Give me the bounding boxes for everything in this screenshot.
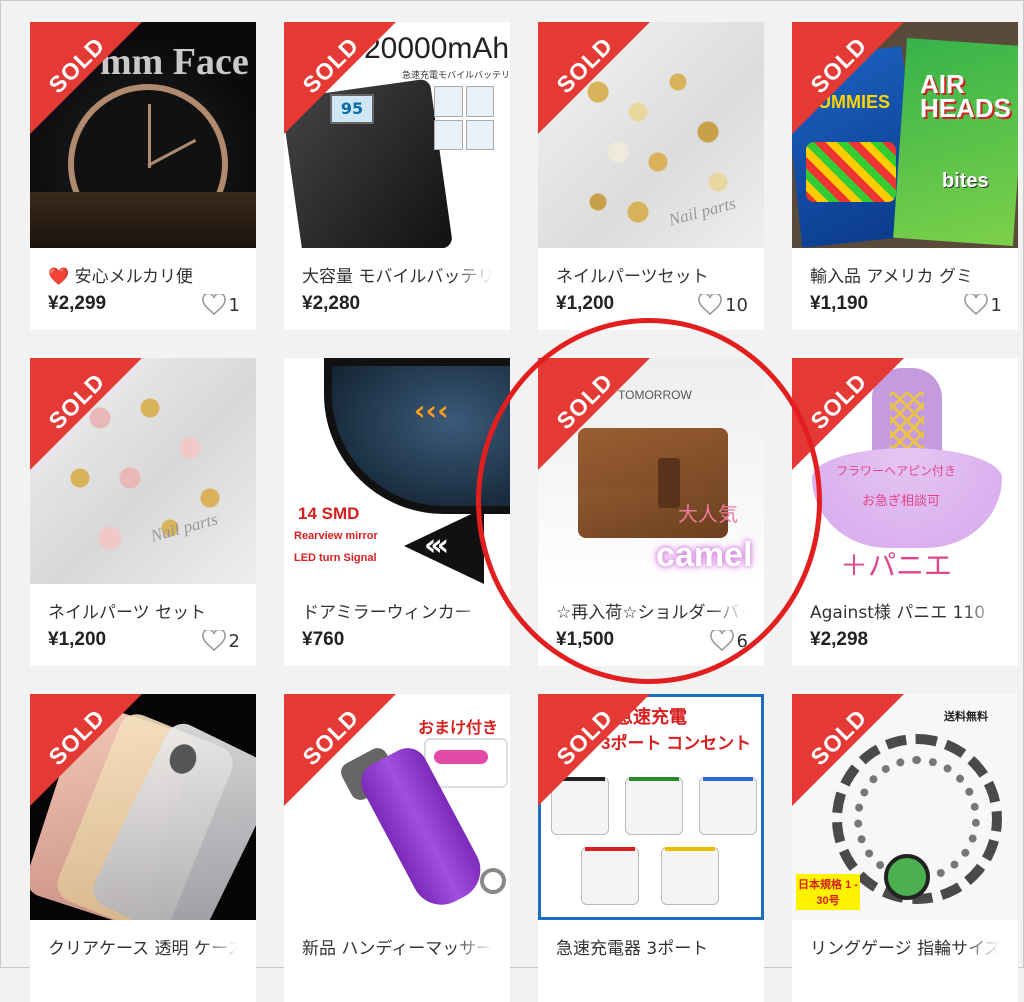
like-count-value: 2 [228, 630, 240, 652]
thumb-text: ＋パニエ [840, 550, 953, 581]
product-title: ドアミラーウィンカー [302, 603, 472, 623]
product-title: 急速充電器 3ポート [556, 939, 709, 959]
like-count-value: 6 [736, 630, 748, 652]
product-title: ネイルパーツセット [556, 267, 709, 287]
thumb-text: 14 SMD [298, 504, 360, 523]
thumb-subtext: 大人気 [678, 504, 738, 526]
product-card[interactable]: 20000mAh 急速充電モバイルバッテリー 95 SOLD 大容量 モバイルバ… [284, 22, 510, 330]
product-card[interactable]: AIR HEADS GUMMIES bites SOLD 輸入品 アメリカ グミ… [792, 22, 1018, 330]
product-price: ¥1,500 [556, 629, 615, 650]
thumb-text: AIR HEADS [920, 69, 1012, 123]
like-count-value: 10 [725, 294, 748, 316]
thumb-subtext: 日本規格 1 - 30号 [796, 874, 860, 910]
heart-icon [201, 630, 226, 652]
like-count[interactable]: 1 [201, 294, 240, 316]
product-price: ¥1,200 [48, 629, 107, 650]
heart-icon [709, 630, 734, 652]
thumb-text: おまけ付き [418, 720, 499, 737]
product-card[interactable]: 急速充電 3ポート コンセント SOLD 急速充電器 3ポート [538, 694, 764, 1002]
heart-icon [698, 294, 722, 316]
thumb-text: camel [656, 536, 753, 574]
thumb-subtext-2: お急ぎ相談可 [862, 493, 941, 508]
heart-icon [963, 294, 988, 316]
thumb-text: 送料無料 [944, 711, 988, 723]
product-card[interactable]: 送料無料 日本規格 1 - 30号 SOLD リングゲージ 指輪サイズ [792, 694, 1018, 1002]
like-count[interactable]: 2 [201, 630, 240, 652]
product-grid: mm Face SOLD ❤️ 安心メルカリ便 ¥2,299 1 20000mA… [0, 0, 1024, 1002]
product-price: ¥2,299 [48, 293, 107, 314]
product-title: ネイルパーツ セット [48, 603, 207, 623]
heart-icon [201, 294, 226, 316]
product-price: ¥2,280 [302, 293, 361, 314]
product-card[interactable]: Nail parts SOLD ネイルパーツセット ¥1,200 10 [538, 22, 764, 330]
product-price: ¥1,190 [810, 293, 869, 314]
product-card[interactable]: おまけ付き SOLD 新品 ハンディーマッサージャー [284, 694, 510, 1002]
product-card[interactable]: TOMORROW 大人気 camel SOLD ☆再入荷☆ショルダーバッグ ¥1… [538, 358, 764, 666]
thumb-subtext: Rearview mirror [294, 530, 378, 542]
like-count[interactable]: 1 [963, 294, 1002, 316]
product-title: ☆再入荷☆ショルダーバッグ [556, 603, 746, 623]
product-card[interactable]: ‹‹‹ 14 SMD Rearview mirror LED turn Sign… [284, 358, 510, 666]
like-count-value: 1 [228, 294, 240, 316]
like-count[interactable]: 6 [709, 630, 748, 652]
product-title: 新品 ハンディーマッサージャー [302, 939, 492, 959]
product-title: 輸入品 アメリカ グミ [810, 267, 973, 287]
product-card[interactable]: mm Face SOLD ❤️ 安心メルカリ便 ¥2,299 1 [30, 22, 256, 330]
like-count-value: 1 [990, 294, 1002, 316]
product-card[interactable]: Nail parts SOLD ネイルパーツ セット ¥1,200 2 [30, 358, 256, 666]
product-price: ¥2,298 [810, 629, 869, 650]
product-title: リングゲージ 指輪サイズ [810, 939, 1000, 959]
thumb-subtext-2: LED turn Signal [294, 552, 377, 564]
like-count[interactable]: 10 [698, 294, 748, 316]
product-price: ¥760 [302, 629, 345, 650]
product-price: ¥1,200 [556, 293, 615, 314]
thumb-subtext-2: bites [942, 170, 989, 192]
product-title: クリアケース 透明 ケース [48, 939, 238, 959]
product-card[interactable]: フラワーヘアピン付き お急ぎ相談可 ＋パニエ SOLD Against様 パニエ… [792, 358, 1018, 666]
product-image-mirror-signal: ‹‹‹ 14 SMD Rearview mirror LED turn Sign… [284, 358, 510, 584]
product-card[interactable]: SOLD クリアケース 透明 ケース [30, 694, 256, 1002]
product-title: 大容量 モバイルバッテリー [302, 267, 492, 287]
product-title: ❤️ 安心メルカリ便 [48, 267, 194, 287]
product-title: Against様 パニエ 110 [810, 603, 986, 623]
